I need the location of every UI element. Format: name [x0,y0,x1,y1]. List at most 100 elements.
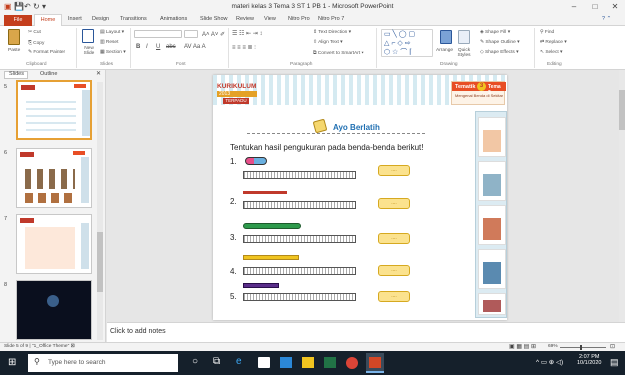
store-icon[interactable] [258,357,270,368]
help-icon[interactable]: ? ⌃ [602,16,611,22]
underline-button[interactable]: U [156,44,160,50]
task-view-icon[interactable]: ⧉ [213,356,220,367]
scrollbar-thumb[interactable] [97,232,103,292]
ribbon-tabs: File Home Insert Design Transitions Anim… [0,14,625,26]
replace-button[interactable]: ⇄ Replace ▾ [540,40,567,45]
canvas-scrollbar[interactable] [619,70,625,322]
tab-design[interactable]: Design [92,16,109,22]
answer-box[interactable]: .... [378,265,410,276]
italic-button[interactable]: I [146,44,148,50]
font-spacing-icon[interactable]: AV Aa A [184,44,206,50]
align-text-button[interactable]: ⇳ Align Text ▾ [313,40,343,45]
bold-button[interactable]: B [136,44,140,50]
tab-animations[interactable]: Animations [160,16,187,22]
cut-button[interactable]: ✂ Cut [28,30,41,35]
strikethrough-button[interactable]: abc [166,44,176,50]
tab-transitions[interactable]: Transitions [120,16,147,22]
find-button[interactable]: ⚲ Find [540,30,554,35]
answer-box[interactable]: .... [378,198,410,209]
edge-icon[interactable]: e [236,356,242,367]
reset-button[interactable]: ▥ Reset [100,40,118,45]
text-direction-button[interactable]: ⇕ Text Direction ▾ [313,30,351,35]
answer-box[interactable]: .... [378,165,410,176]
align-buttons-icon[interactable]: ≡ ≡ ≡ ≣ ⫶ [232,44,256,52]
side-thumbnail [478,249,506,289]
view-buttons-icon[interactable]: ▣ ▦ ▤ ⊞ [509,343,536,350]
maximize-button[interactable]: □ [588,2,602,11]
taskbar-search-box[interactable]: ⚲ Type here to search [28,354,178,372]
arrange-icon[interactable] [440,30,452,44]
section-button[interactable]: ▦ Section ▾ [100,50,126,55]
windows-start-icon[interactable]: ⊞ [8,357,16,368]
tab-nitro-pro[interactable]: Nitro Pro [288,16,310,22]
tab-outline-panel[interactable]: Outline [40,71,57,77]
arrange-button[interactable]: Arrange [436,48,453,53]
close-button[interactable]: ✕ [608,2,622,11]
tab-nitro-pro-7[interactable]: Nitro Pro 7 [318,16,344,22]
item-number: 4. [230,267,237,276]
answer-box[interactable]: .... [378,233,410,244]
paste-button[interactable]: Paste [8,48,20,53]
heading-line [247,133,425,134]
ruler-image [243,171,356,179]
copy-button[interactable]: ⎘ Copy [28,40,44,46]
scrollbar-thumb[interactable] [619,90,625,130]
side-thumbnail [478,205,506,245]
notifications-icon[interactable]: ▤ [610,357,619,368]
minimize-button[interactable]: – [567,2,581,11]
slide[interactable]: KURIKULUM 2013 TERPADU Tematik 3 Tema 3 … [213,75,507,320]
ruler-image [243,267,356,275]
search-icon: ⚲ [34,357,40,366]
new-slide-button[interactable]: New Slide [79,46,99,56]
file-explorer-icon[interactable] [302,357,314,368]
slide-thumbnail[interactable] [16,280,92,340]
tab-file[interactable]: File [4,15,32,26]
slide-thumbnail[interactable] [16,214,92,274]
font-grow-shrink-icon[interactable]: A˄ A˅ ✐ [202,31,225,38]
tab-slides-panel[interactable]: Slides [9,71,24,77]
close-panel-icon[interactable]: ✕ [96,70,101,77]
slide-thumbnail-selected[interactable] [16,80,92,140]
quick-styles-icon[interactable] [458,30,470,44]
taskbar: ⊞ ⚲ Type here to search ○ ⧉ e ^ ▭ ⊕ ◁) 2… [0,351,625,375]
slide-thumbnail[interactable] [16,148,92,208]
convert-smartart-button[interactable]: ⧉ Convert to SmartArt ▾ [313,50,364,56]
tab-insert[interactable]: Insert [68,16,82,22]
cortana-icon[interactable]: ○ [192,356,198,367]
shapes-gallery[interactable]: ▭ ╲ ◯ ▢ △ ⌐ ◇ ⇨ ⬡ ☆ ⌒ ⌈ [381,29,433,57]
system-tray-icons[interactable]: ^ ▭ ⊕ ◁) [536,358,563,366]
new-slide-icon[interactable] [82,29,94,43]
fit-slide-icon[interactable]: ⊡ [610,343,615,350]
paste-icon[interactable] [8,29,20,45]
answer-box[interactable]: .... [378,291,410,302]
quick-styles-button[interactable]: Quick Styles [454,48,474,58]
editing-group-label: Editing [547,62,562,67]
shape-fill-button[interactable]: ◈ Shape Fill ▾ [480,30,510,35]
mail-icon[interactable] [280,357,292,368]
list-buttons-icon[interactable]: ☰ ☷ ⇤ ⇥ ↕ [232,30,262,37]
tab-review[interactable]: Review [236,16,254,22]
shape-effects-button[interactable]: ◇ Shape Effects ▾ [480,50,519,55]
shape-outline-button[interactable]: ✎ Shape Outline ▾ [480,40,520,45]
zoom-slider[interactable] [560,345,606,350]
title-bar: ▣ 💾 ↶ ↻ ▾ materi kelas 3 Tema 3 ST 1 PB … [0,0,625,14]
clock[interactable]: 2:07 PM 10/1/2020 [577,354,601,366]
font-size-select[interactable] [184,30,198,38]
layout-button[interactable]: ▤ Layout ▾ [100,30,124,35]
zoom-level[interactable]: 69% [548,344,558,349]
book-icon [312,118,328,134]
ruler-image [243,235,356,243]
excel-icon[interactable] [324,357,336,368]
notes-pane[interactable]: Click to add notes [107,322,625,342]
tab-view[interactable]: View [264,16,276,22]
font-family-select[interactable] [134,30,182,38]
select-button[interactable]: ↖ Select ▾ [540,50,562,55]
panel-scrollbar[interactable] [97,82,103,340]
tab-home[interactable]: Home [34,14,62,26]
chrome-icon[interactable] [346,357,358,369]
format-painter-button[interactable]: ✎ Format Painter [28,50,65,55]
ribbon-divider [534,28,535,68]
tab-slide-show[interactable]: Slide Show [200,16,228,22]
ribbon-divider [76,28,77,68]
powerpoint-taskbar-button[interactable] [366,353,384,373]
